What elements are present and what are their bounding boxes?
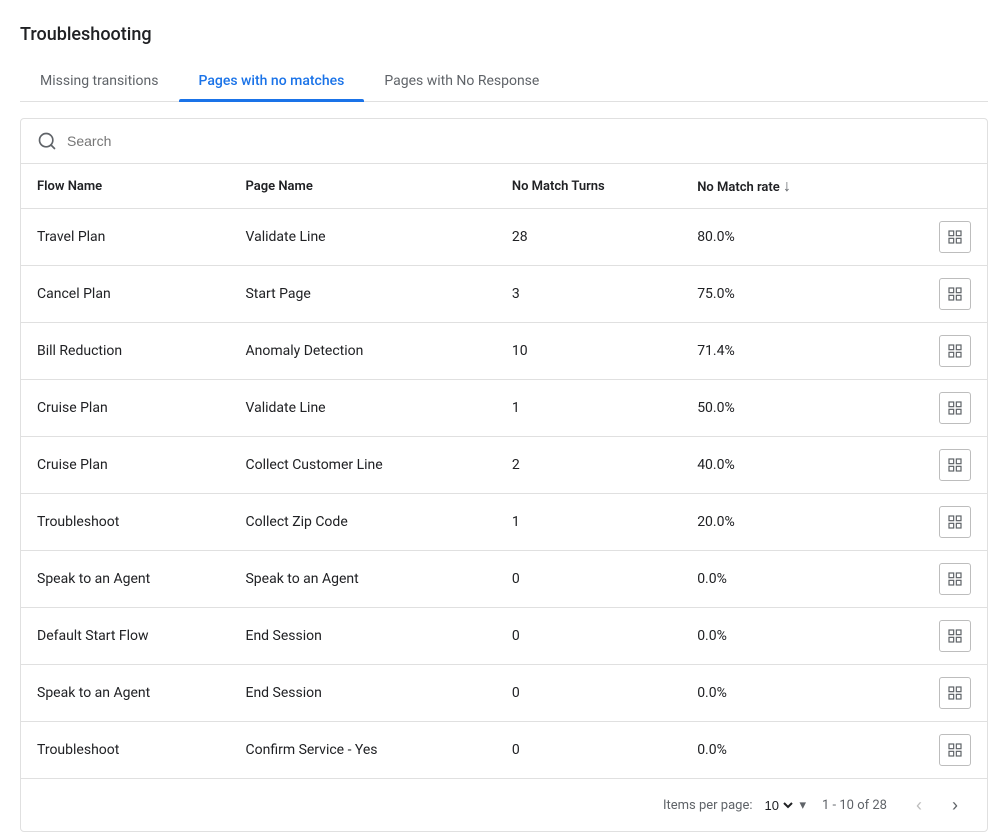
row-detail-button[interactable] xyxy=(939,221,971,253)
cell-action xyxy=(913,380,987,437)
tab-missing-transitions[interactable]: Missing transitions xyxy=(20,61,179,101)
col-header-action xyxy=(913,164,987,209)
page-container: Troubleshooting Missing transitions Page… xyxy=(0,0,1008,832)
cell-no-match-turns: 2 xyxy=(496,437,681,494)
table-row: Troubleshoot Collect Zip Code 1 20.0% xyxy=(21,494,987,551)
items-per-page-control: Items per page: 5102550 ▾ xyxy=(663,797,806,814)
cell-no-match-rate: 20.0% xyxy=(681,494,913,551)
table-row: Default Start Flow End Session 0 0.0% xyxy=(21,608,987,665)
table-row: Cruise Plan Collect Customer Line 2 40.0… xyxy=(21,437,987,494)
cell-no-match-rate: 0.0% xyxy=(681,665,913,722)
cell-no-match-rate: 0.0% xyxy=(681,608,913,665)
row-detail-button[interactable] xyxy=(939,734,971,766)
col-header-page-name: Page Name xyxy=(229,164,495,209)
table-row: Cancel Plan Start Page 3 75.0% xyxy=(21,266,987,323)
dropdown-arrow-icon: ▾ xyxy=(800,798,807,813)
cell-no-match-rate: 0.0% xyxy=(681,551,913,608)
cell-no-match-rate: 80.0% xyxy=(681,209,913,266)
cell-action xyxy=(913,551,987,608)
cell-action xyxy=(913,494,987,551)
row-detail-button[interactable] xyxy=(939,392,971,424)
cell-action xyxy=(913,323,987,380)
cell-no-match-rate: 71.4% xyxy=(681,323,913,380)
cell-flow-name: Default Start Flow xyxy=(21,608,229,665)
cell-action xyxy=(913,437,987,494)
cell-page-name: End Session xyxy=(229,608,495,665)
row-detail-button[interactable] xyxy=(939,620,971,652)
cell-page-name: Collect Customer Line xyxy=(229,437,495,494)
row-detail-button[interactable] xyxy=(939,449,971,481)
table-row: Cruise Plan Validate Line 1 50.0% xyxy=(21,380,987,437)
col-header-flow-name: Flow Name xyxy=(21,164,229,209)
cell-action xyxy=(913,266,987,323)
table-row: Speak to an Agent End Session 0 0.0% xyxy=(21,665,987,722)
cell-action xyxy=(913,665,987,722)
content-card: Flow Name Page Name No Match Turns No Ma… xyxy=(20,118,988,832)
cell-no-match-rate: 0.0% xyxy=(681,722,913,779)
row-detail-button[interactable] xyxy=(939,335,971,367)
table-row: Bill Reduction Anomaly Detection 10 71.4… xyxy=(21,323,987,380)
col-header-no-match-turns: No Match Turns xyxy=(496,164,681,209)
cell-flow-name: Travel Plan xyxy=(21,209,229,266)
cell-action xyxy=(913,608,987,665)
cell-no-match-rate: 40.0% xyxy=(681,437,913,494)
cell-flow-name: Troubleshoot xyxy=(21,494,229,551)
items-per-page-select[interactable]: 5102550 xyxy=(761,797,796,814)
search-icon xyxy=(37,131,57,151)
tabs-bar: Missing transitions Pages with no matche… xyxy=(20,61,988,102)
search-input[interactable] xyxy=(67,133,971,149)
pagination-buttons: ‹ › xyxy=(903,789,971,821)
pagination-prev-button[interactable]: ‹ xyxy=(903,789,935,821)
cell-page-name: Anomaly Detection xyxy=(229,323,495,380)
cell-action xyxy=(913,209,987,266)
cell-page-name: Start Page xyxy=(229,266,495,323)
cell-flow-name: Cruise Plan xyxy=(21,437,229,494)
page-title: Troubleshooting xyxy=(20,24,988,45)
cell-flow-name: Troubleshoot xyxy=(21,722,229,779)
table-row: Troubleshoot Confirm Service - Yes 0 0.0… xyxy=(21,722,987,779)
table-footer: Items per page: 5102550 ▾ 1 - 10 of 28 ‹… xyxy=(21,778,987,831)
row-detail-button[interactable] xyxy=(939,278,971,310)
cell-no-match-turns: 1 xyxy=(496,494,681,551)
cell-page-name: Validate Line xyxy=(229,209,495,266)
cell-no-match-rate: 75.0% xyxy=(681,266,913,323)
pagination-next-button[interactable]: › xyxy=(939,789,971,821)
tab-pages-no-matches[interactable]: Pages with no matches xyxy=(179,61,365,101)
table-row: Travel Plan Validate Line 28 80.0% xyxy=(21,209,987,266)
row-detail-button[interactable] xyxy=(939,563,971,595)
cell-no-match-turns: 0 xyxy=(496,722,681,779)
cell-flow-name: Speak to an Agent xyxy=(21,665,229,722)
cell-page-name: Validate Line xyxy=(229,380,495,437)
cell-no-match-rate: 50.0% xyxy=(681,380,913,437)
cell-no-match-turns: 10 xyxy=(496,323,681,380)
cell-no-match-turns: 0 xyxy=(496,608,681,665)
data-table: Flow Name Page Name No Match Turns No Ma… xyxy=(21,164,987,778)
pagination-range: 1 - 10 of 28 xyxy=(822,798,887,813)
cell-no-match-turns: 3 xyxy=(496,266,681,323)
items-per-page-select-wrap[interactable]: 5102550 ▾ xyxy=(761,797,807,814)
cell-page-name: Confirm Service - Yes xyxy=(229,722,495,779)
sort-down-icon[interactable]: ↓ xyxy=(783,176,791,195)
search-bar xyxy=(21,119,987,164)
cell-page-name: End Session xyxy=(229,665,495,722)
cell-flow-name: Speak to an Agent xyxy=(21,551,229,608)
table-row: Speak to an Agent Speak to an Agent 0 0.… xyxy=(21,551,987,608)
cell-no-match-turns: 28 xyxy=(496,209,681,266)
cell-action xyxy=(913,722,987,779)
cell-flow-name: Bill Reduction xyxy=(21,323,229,380)
cell-flow-name: Cruise Plan xyxy=(21,380,229,437)
cell-no-match-turns: 1 xyxy=(496,380,681,437)
cell-page-name: Speak to an Agent xyxy=(229,551,495,608)
items-per-page-label: Items per page: xyxy=(663,798,753,813)
row-detail-button[interactable] xyxy=(939,506,971,538)
cell-page-name: Collect Zip Code xyxy=(229,494,495,551)
cell-flow-name: Cancel Plan xyxy=(21,266,229,323)
cell-no-match-turns: 0 xyxy=(496,665,681,722)
col-header-no-match-rate[interactable]: No Match rate ↓ xyxy=(681,164,913,209)
row-detail-button[interactable] xyxy=(939,677,971,709)
tab-pages-no-response[interactable]: Pages with No Response xyxy=(364,61,559,101)
cell-no-match-turns: 0 xyxy=(496,551,681,608)
